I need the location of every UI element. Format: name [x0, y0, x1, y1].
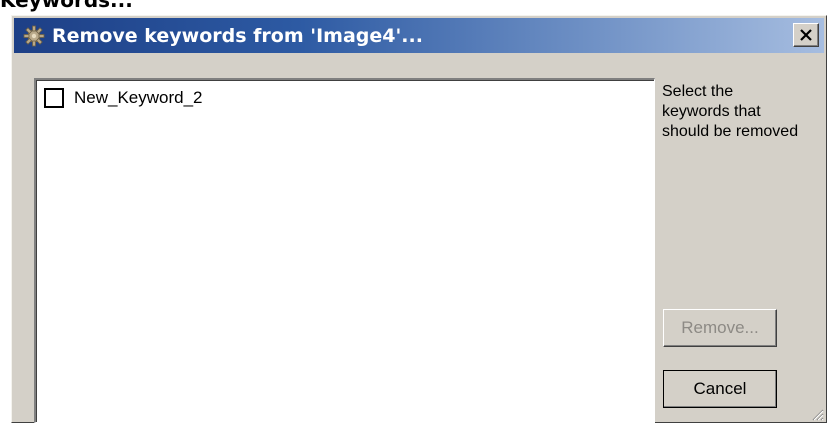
gear-icon [22, 24, 46, 48]
keyword-checkbox[interactable] [44, 88, 64, 108]
dialog-titlebar[interactable]: Remove keywords from 'Image4'... [14, 18, 824, 53]
dialog-title: Remove keywords from 'Image4'... [52, 24, 423, 47]
cancel-button[interactable]: Cancel [663, 370, 777, 408]
instructions-text: Select the keywords that should be remov… [662, 83, 799, 140]
close-button[interactable] [793, 23, 819, 47]
keywords-listbox[interactable]: New_Keyword_2 [34, 78, 655, 423]
resize-grip-icon[interactable] [810, 406, 824, 421]
close-icon [799, 26, 813, 45]
keyword-item[interactable]: New_Keyword_2 [44, 88, 203, 108]
remove-button[interactable]: Remove... [663, 309, 777, 347]
page-heading: Keywords... [0, 0, 133, 12]
remove-keywords-dialog: Remove keywords from 'Image4'... New_Key… [11, 15, 827, 423]
keyword-label: New_Keyword_2 [74, 88, 203, 107]
